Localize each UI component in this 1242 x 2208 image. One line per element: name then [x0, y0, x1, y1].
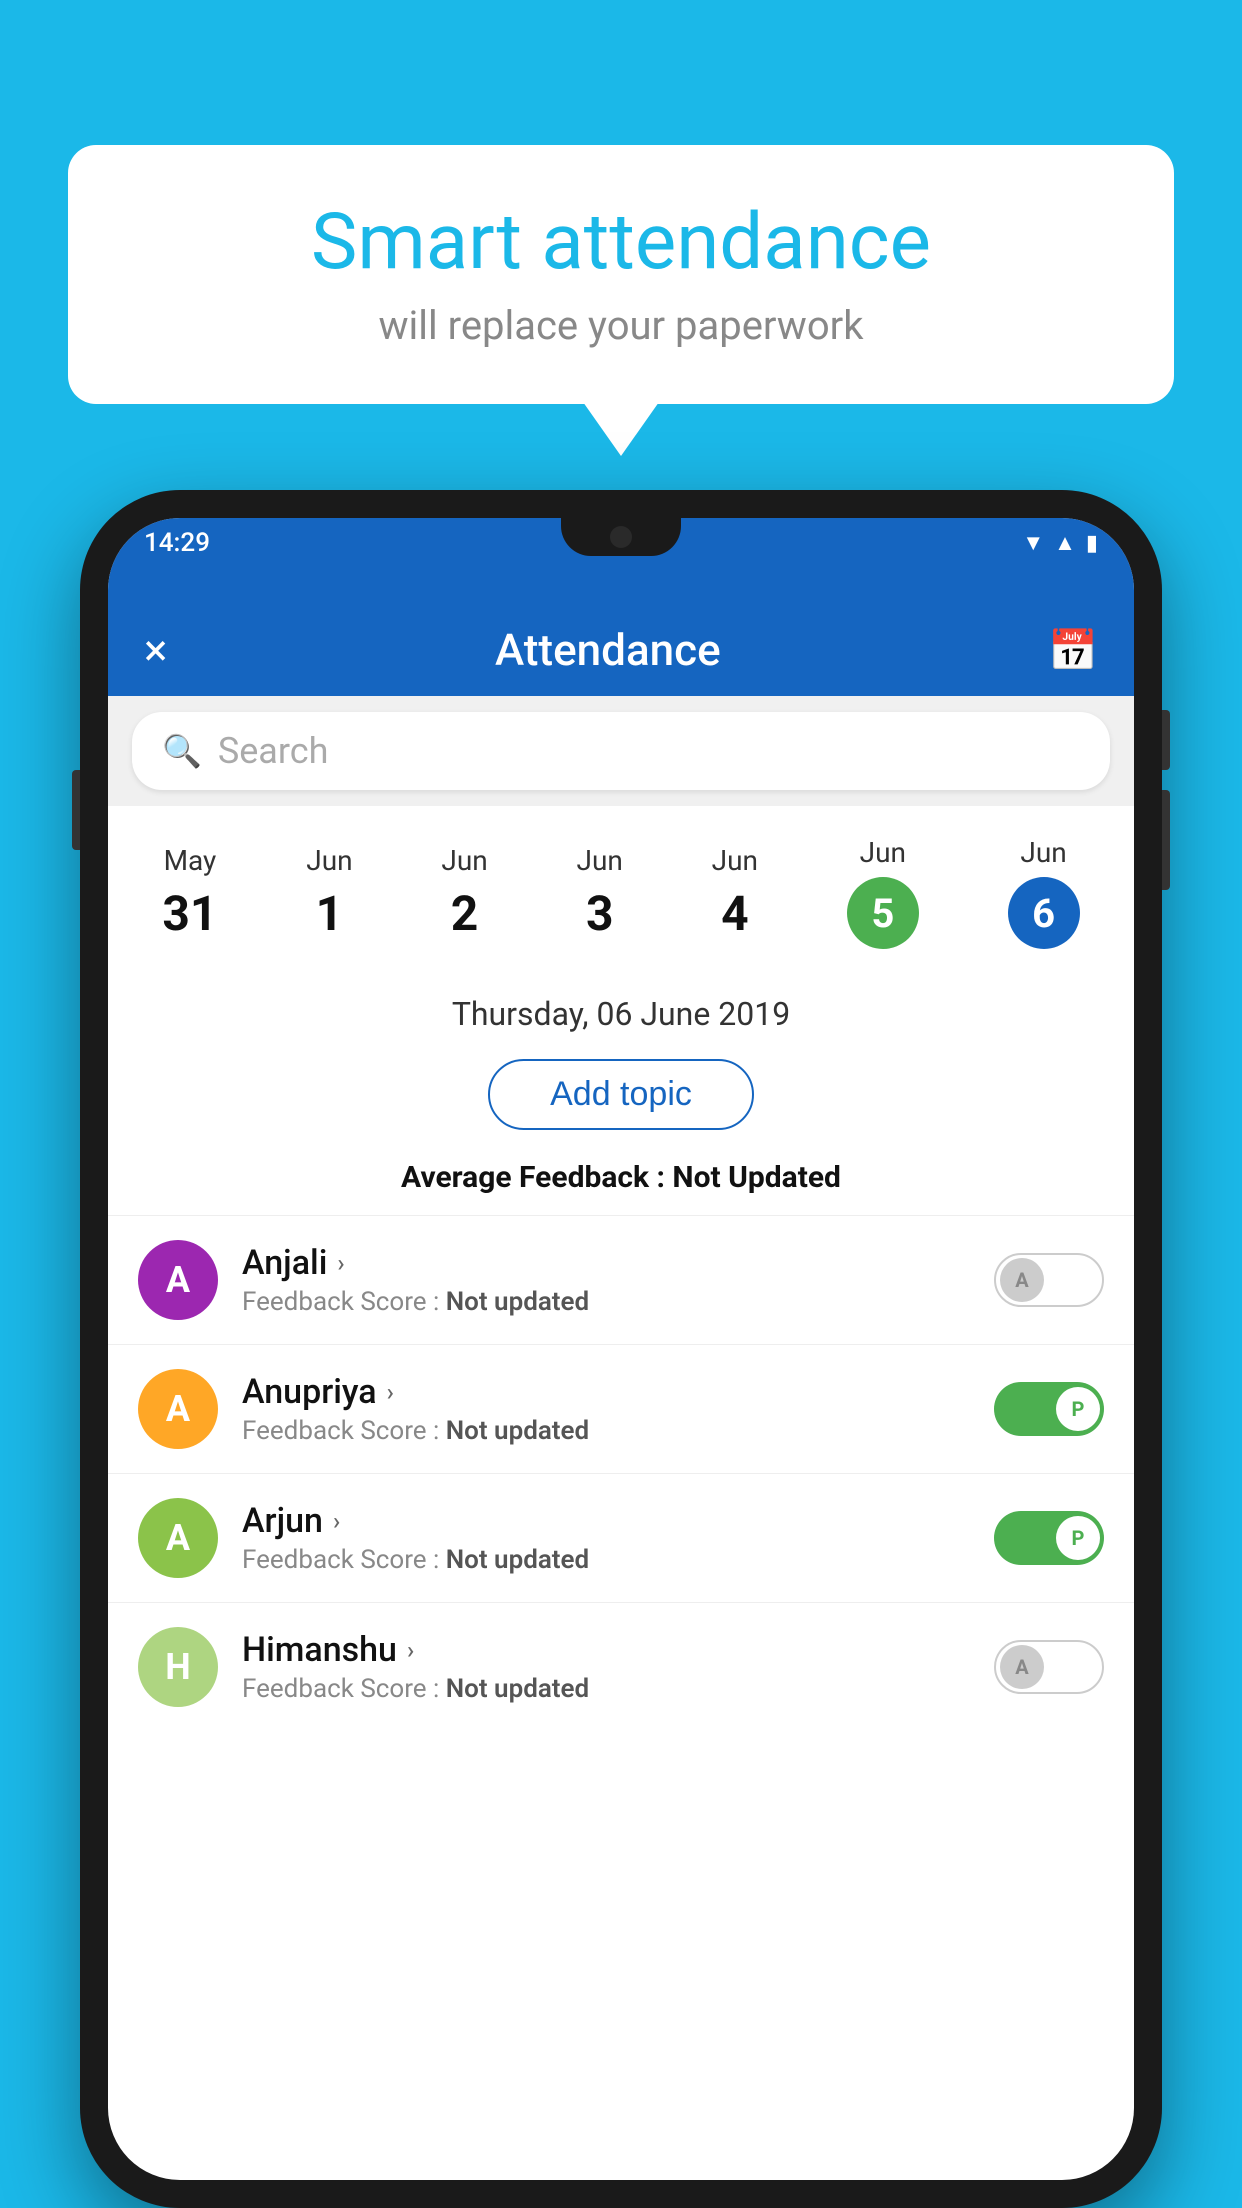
toggle-knob: P [1056, 1516, 1100, 1560]
attendance-toggle[interactable]: P [994, 1382, 1104, 1436]
search-input[interactable]: Search [218, 730, 329, 772]
phone-frame: 14:29 ▼ ▲ ▮ × Attendance 📅 [80, 490, 1162, 2208]
avg-feedback-label: Average Feedback : [401, 1160, 672, 1195]
cal-month-label: Jun [1020, 836, 1066, 869]
search-bar[interactable]: 🔍 Search [132, 712, 1110, 790]
student-item[interactable]: A Arjun › Feedback Score : Not updated P [108, 1473, 1134, 1602]
cal-date-label: 3 [586, 885, 614, 942]
toggle-knob: A [1000, 1645, 1044, 1689]
add-topic-container: Add topic [108, 1049, 1134, 1150]
student-name: Anjali › [242, 1243, 970, 1283]
calendar-day[interactable]: Jun 3 [561, 834, 639, 952]
chevron-right-icon: › [337, 1249, 344, 1277]
phone-screen: 14:29 ▼ ▲ ▮ × Attendance 📅 [108, 518, 1134, 2180]
wifi-icon: ▼ [1022, 530, 1044, 556]
student-name: Arjun › [242, 1501, 970, 1541]
cal-date-label: 1 [316, 885, 344, 942]
cal-date-label: 2 [451, 885, 479, 942]
app-bar: × Attendance 📅 [108, 568, 1134, 696]
power-button [1162, 710, 1170, 770]
signal-icon: ▲ [1054, 530, 1076, 556]
bubble-title: Smart attendance [128, 200, 1114, 286]
toggle-knob: A [1000, 1258, 1044, 1302]
chevron-right-icon: › [407, 1636, 414, 1664]
calendar-day[interactable]: Jun 5 [831, 826, 935, 959]
cal-date-label: 5 [847, 877, 919, 949]
volume-down-button [1162, 790, 1170, 890]
student-name: Anupriya › [242, 1372, 970, 1412]
avg-feedback-value: Not Updated [672, 1160, 841, 1195]
toggle-knob: P [1056, 1387, 1100, 1431]
battery-icon: ▮ [1086, 531, 1098, 556]
student-item[interactable]: H Himanshu › Feedback Score : Not updated A [108, 1602, 1134, 1731]
attendance-toggle[interactable]: A [994, 1640, 1104, 1694]
student-item[interactable]: A Anjali › Feedback Score : Not updated A [108, 1215, 1134, 1344]
chevron-right-icon: › [387, 1378, 394, 1406]
student-feedback: Feedback Score : Not updated [242, 1674, 970, 1704]
bubble-subtitle: will replace your paperwork [128, 302, 1114, 349]
speech-bubble: Smart attendance will replace your paper… [68, 145, 1174, 404]
student-info: Arjun › Feedback Score : Not updated [242, 1501, 970, 1575]
calendar-day[interactable]: Jun 1 [290, 834, 368, 952]
avg-feedback: Average Feedback : Not Updated [108, 1150, 1134, 1215]
cal-date-label: 6 [1008, 877, 1080, 949]
attendance-toggle[interactable]: P [994, 1511, 1104, 1565]
cal-month-label: Jun [306, 844, 352, 877]
calendar-day[interactable]: Jun 4 [696, 834, 774, 952]
student-info: Anjali › Feedback Score : Not updated [242, 1243, 970, 1317]
calendar-icon[interactable]: 📅 [1048, 627, 1098, 674]
chevron-right-icon: › [333, 1507, 340, 1535]
calendar-day[interactable]: Jun 2 [425, 834, 503, 952]
app-title: Attendance [495, 624, 721, 676]
cal-month-label: May [164, 844, 217, 877]
avatar: H [138, 1627, 218, 1707]
attendance-toggle[interactable]: A [994, 1253, 1104, 1307]
avatar: A [138, 1240, 218, 1320]
camera [610, 526, 632, 548]
student-feedback: Feedback Score : Not updated [242, 1416, 970, 1446]
search-icon: 🔍 [162, 732, 202, 770]
student-info: Anupriya › Feedback Score : Not updated [242, 1372, 970, 1446]
calendar-strip: May 31 Jun 1 Jun 2 Jun 3 Jun 4 Jun 5 Jun 6 [108, 806, 1134, 979]
phone-notch [561, 518, 681, 556]
cal-month-label: Jun [860, 836, 906, 869]
cal-date-label: 4 [721, 885, 749, 942]
student-info: Himanshu › Feedback Score : Not updated [242, 1630, 970, 1704]
student-feedback: Feedback Score : Not updated [242, 1287, 970, 1317]
calendar-day[interactable]: May 31 [146, 834, 233, 952]
student-item[interactable]: A Anupriya › Feedback Score : Not updated P [108, 1344, 1134, 1473]
avatar: A [138, 1498, 218, 1578]
add-topic-button[interactable]: Add topic [488, 1059, 754, 1130]
selected-date: Thursday, 06 June 2019 [108, 979, 1134, 1049]
cal-month-label: Jun [577, 844, 623, 877]
student-list: AAnjali ›Feedback Score : Not updatedAAA… [108, 1215, 1134, 1731]
volume-button [72, 770, 80, 850]
cal-date-label: 31 [162, 885, 217, 942]
student-feedback: Feedback Score : Not updated [242, 1545, 970, 1575]
close-button[interactable]: × [144, 624, 167, 676]
status-time: 14:29 [144, 528, 210, 558]
student-name: Himanshu › [242, 1630, 970, 1670]
calendar-day[interactable]: Jun 6 [992, 826, 1096, 959]
status-icons: ▼ ▲ ▮ [1022, 530, 1098, 556]
cal-month-label: Jun [712, 844, 758, 877]
cal-month-label: Jun [441, 844, 487, 877]
avatar: A [138, 1369, 218, 1449]
search-container: 🔍 Search [108, 696, 1134, 806]
